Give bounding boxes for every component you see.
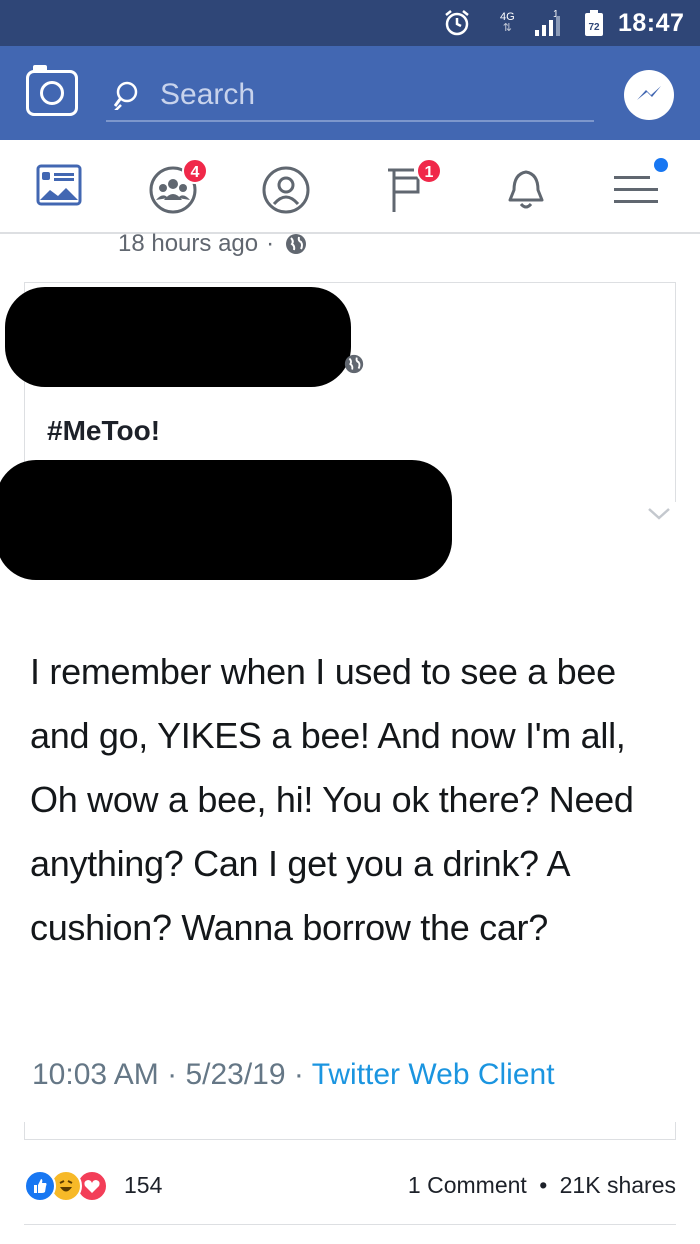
comments-count[interactable]: 1 Comment bbox=[408, 1172, 527, 1198]
hashtag-link[interactable]: #MeToo! bbox=[47, 415, 160, 447]
messenger-icon[interactable] bbox=[624, 70, 674, 120]
camera-icon[interactable] bbox=[26, 65, 78, 116]
timestamp-separator: · bbox=[266, 230, 275, 257]
signal-icon: 1 bbox=[533, 0, 569, 46]
reaction-count[interactable]: 154 bbox=[124, 1172, 162, 1199]
camera-flash bbox=[33, 65, 47, 73]
nav-bar: 4 1 bbox=[0, 140, 700, 234]
search-icon bbox=[114, 81, 138, 110]
battery-icon: 72 bbox=[583, 0, 605, 46]
globe-icon bbox=[286, 234, 307, 254]
meta-dot-1: · bbox=[167, 1058, 178, 1091]
battery-level: 72 bbox=[588, 22, 600, 33]
status-bar: 4G ⇅ 1 72 18:47 bbox=[0, 0, 700, 46]
tweet-client-link[interactable]: Twitter Web Client bbox=[312, 1058, 555, 1091]
chevron-down-icon[interactable] bbox=[646, 506, 672, 522]
tweet-text: I remember when I used to see a bee and … bbox=[30, 651, 634, 948]
search-header: Search bbox=[0, 46, 700, 140]
tweet-date: 5/23/19 bbox=[185, 1058, 286, 1091]
shares-count[interactable]: 21K shares bbox=[560, 1172, 676, 1198]
clock: 18:47 bbox=[618, 8, 685, 37]
tweet-time: 10:03 AM bbox=[32, 1058, 159, 1091]
meta-dot-2: · bbox=[293, 1058, 304, 1091]
groups-icon[interactable]: 4 bbox=[148, 156, 212, 220]
engagement-dot: • bbox=[539, 1172, 548, 1198]
engagement-stats: 1 Comment • 21K shares bbox=[408, 1172, 676, 1199]
redaction-mark bbox=[5, 287, 351, 387]
divider bbox=[24, 1224, 676, 1225]
menu-dot-badge bbox=[654, 158, 668, 172]
redaction-mark-2 bbox=[0, 460, 452, 580]
profile-icon[interactable] bbox=[258, 156, 322, 220]
flag-icon[interactable]: 1 bbox=[378, 156, 442, 220]
search-input[interactable]: Search bbox=[106, 72, 594, 122]
menu-icon[interactable] bbox=[610, 156, 674, 220]
reactions-row: 154 1 Comment • 21K shares bbox=[24, 1166, 676, 1206]
news-feed-icon[interactable] bbox=[34, 156, 98, 220]
card-bottom-border bbox=[24, 1122, 676, 1140]
globe-icon bbox=[344, 354, 364, 374]
search-placeholder: Search bbox=[160, 78, 256, 111]
camera-lens bbox=[40, 81, 64, 105]
network-indicator: 4G ⇅ bbox=[500, 0, 515, 46]
post-timestamp-row: 18 hours ago · bbox=[118, 230, 308, 258]
news-feed: 18 hours ago · #MeToo! I remember when I… bbox=[0, 230, 700, 1244]
network-arrows: ⇅ bbox=[502, 22, 512, 34]
pages-badge: 1 bbox=[416, 158, 442, 184]
post-timestamp[interactable]: 18 hours ago bbox=[118, 230, 258, 258]
bell-icon[interactable] bbox=[498, 156, 562, 220]
groups-badge: 4 bbox=[182, 158, 208, 184]
like-icon bbox=[24, 1170, 56, 1202]
tweet-meta: 10:03 AM · 5/23/19 · Twitter Web Client bbox=[32, 1058, 555, 1092]
alarm-icon bbox=[442, 0, 472, 46]
